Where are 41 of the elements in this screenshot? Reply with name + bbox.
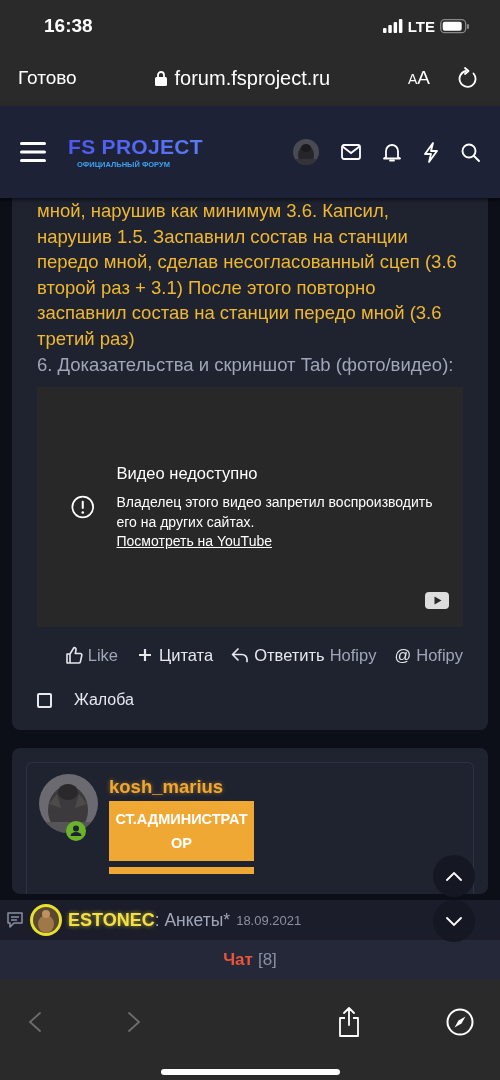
video-message: Владелец этого видео запретил воспроизводить его на других сайтах. [116, 493, 433, 533]
chat-tab[interactable]: Чат [223, 950, 253, 970]
done-button[interactable]: Готово [18, 67, 77, 89]
text-size-button[interactable]: AA [407, 67, 430, 89]
thumbs-up-icon [64, 646, 83, 665]
chat-author[interactable]: ESTONEC [68, 909, 155, 931]
network-label: LTE [407, 17, 435, 35]
compass-icon[interactable] [445, 1008, 474, 1036]
chevron-up-icon [446, 871, 462, 881]
youtube-link[interactable]: Посмотреть на YouTube [116, 532, 433, 551]
online-icon [66, 821, 86, 842]
chat-count: [8] [257, 950, 277, 970]
reply-icon [231, 646, 250, 665]
mail-icon[interactable] [341, 144, 361, 160]
chevron-down-icon [446, 916, 462, 926]
bell-icon[interactable] [383, 142, 401, 162]
report-checkbox[interactable] [37, 692, 52, 708]
post-text: мной, нарушив как минимум 3.6. Капсил, нарушив 1.5. Заспавнил состав на станции передо мной, сделав несогласованный сцеп (3.6 второй раз + 3.1) После этого повторно заспавнил состав на станции передо мной (3.6 третий раз) [37, 199, 458, 351]
reload-icon[interactable] [458, 67, 478, 89]
role-badge: СТ.АДМИНИСТРАТОР [109, 801, 254, 862]
chat-icon[interactable] [6, 911, 24, 929]
like-button[interactable]: Like [64, 645, 118, 665]
share-icon[interactable] [337, 1007, 362, 1037]
report-label[interactable]: Жалоба [74, 691, 134, 710]
lightning-icon[interactable] [423, 141, 439, 163]
video-title: Видео недоступно [116, 464, 259, 484]
play-logo-icon[interactable] [425, 592, 449, 610]
chat-date: 18.09.2021 [236, 912, 302, 928]
evidence-label: 6. Доказательства и скриншот Tab (фото/видео): [37, 352, 455, 377]
battery-icon [440, 18, 470, 34]
search-icon[interactable] [461, 142, 480, 162]
chat-message: : Анкеты* [154, 909, 231, 931]
reply-button[interactable]: Ответить Hofipy [231, 645, 377, 665]
signal-icon [382, 19, 403, 33]
quote-button[interactable]: Цитата [136, 645, 214, 665]
clock-time: 16:38 [44, 15, 94, 37]
url-text[interactable]: forum.fsproject.ru [174, 66, 331, 90]
mention-button[interactable]: @ Hofipy [394, 645, 463, 665]
menu-icon[interactable] [20, 142, 46, 162]
username[interactable]: kosh_marius [109, 776, 254, 799]
lock-icon [154, 70, 167, 86]
